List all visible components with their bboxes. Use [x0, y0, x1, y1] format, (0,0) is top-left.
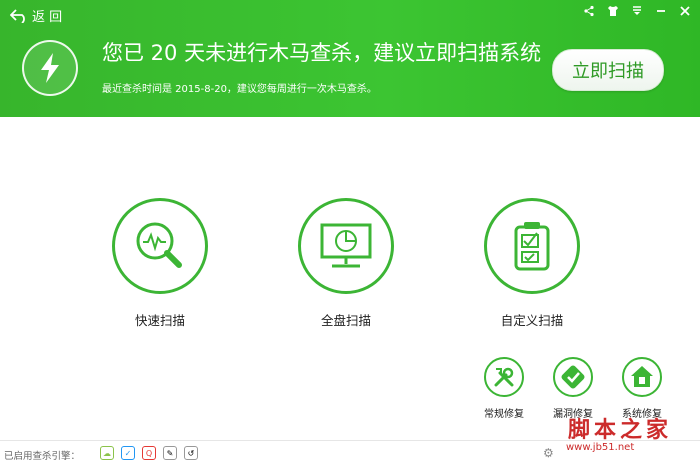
last-scan-info: 最近查杀时间是 2015-8-20，建议您每周进行一次木马查杀。 [102, 84, 377, 95]
regular-repair-label[interactable]: 常规修复 [469, 405, 539, 420]
patch-icon [561, 365, 585, 389]
header-banner: 返 回 您已 20 天未进行木马查杀，建议立即扫描系统 最近查杀时间是 2015… [0, 0, 700, 117]
engines-label: 已启用查杀引擎： [4, 451, 81, 462]
check-engine-icon[interactable]: ✓ [121, 446, 135, 460]
full-scan-icon [320, 223, 372, 268]
share-icon[interactable] [582, 4, 596, 18]
watermark-text: 脚本之家 [568, 418, 673, 443]
full-scan-label[interactable]: 全盘扫描 [276, 310, 416, 329]
qvm-engine-icon[interactable]: Q [142, 446, 156, 460]
back-arrow-icon [10, 8, 25, 23]
quick-scan-icon [136, 222, 182, 268]
gear-icon[interactable]: ⚙ [543, 446, 557, 460]
alt-engine-icon[interactable]: ↺ [184, 446, 198, 460]
disabled-engine-icon[interactable]: ✎ [163, 446, 177, 460]
regular-repair-button[interactable] [484, 357, 524, 397]
custom-scan-button[interactable] [484, 198, 580, 294]
shield-home-icon [631, 366, 653, 387]
page-title: 您已 20 天未进行木马查杀，建议立即扫描系统 [102, 41, 542, 65]
lightning-icon [22, 40, 78, 96]
custom-scan-label[interactable]: 自定义扫描 [462, 310, 602, 329]
minimize-icon[interactable] [654, 4, 668, 18]
close-icon[interactable] [678, 4, 692, 18]
back-label: 返 回 [32, 10, 63, 25]
window-controls [582, 4, 692, 18]
vulnerability-repair-button[interactable] [553, 357, 593, 397]
quick-scan-label[interactable]: 快速扫描 [90, 310, 230, 329]
shirt-icon[interactable] [606, 4, 620, 18]
scan-now-button[interactable]: 立即扫描 [552, 49, 664, 91]
cloud-engine-icon[interactable]: ☁ [100, 446, 114, 460]
menu-icon[interactable] [630, 4, 644, 18]
watermark-url: www.jb51.net [566, 442, 635, 453]
back-button[interactable]: 返 回 [10, 6, 62, 25]
system-repair-button[interactable] [622, 357, 662, 397]
wrench-icon [494, 367, 514, 387]
full-scan-button[interactable] [298, 198, 394, 294]
quick-scan-button[interactable] [112, 198, 208, 294]
custom-scan-icon [514, 222, 550, 271]
